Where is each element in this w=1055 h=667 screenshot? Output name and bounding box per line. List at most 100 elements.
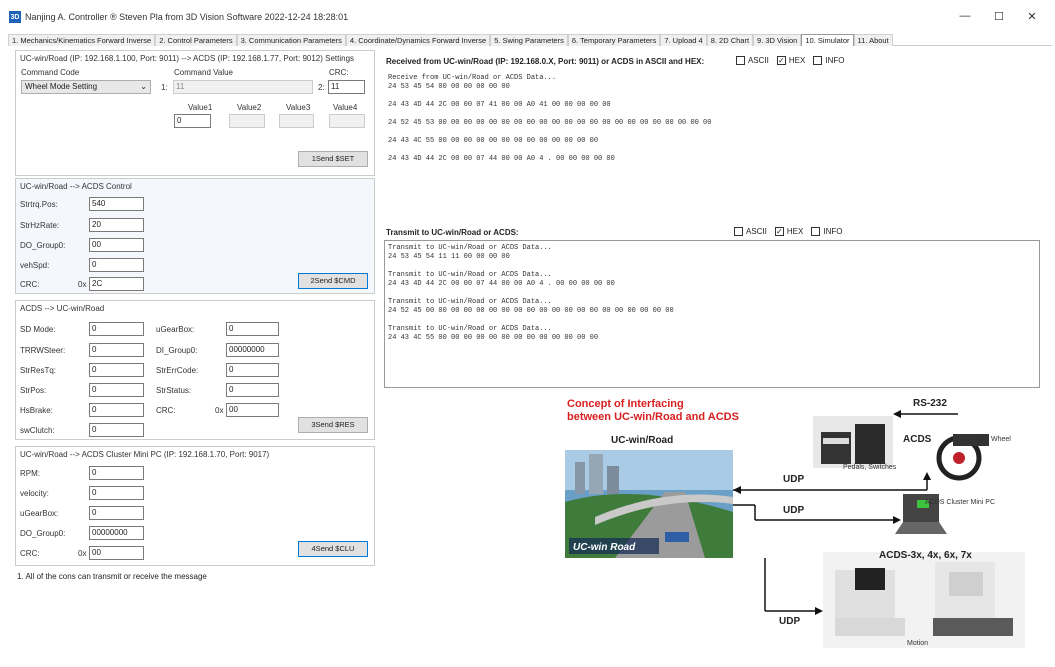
tab-strip: 1. Mechanics/Kinematics Forward Inverse …	[8, 34, 1052, 46]
tab-communication-parameters[interactable]: 3. Communication Parameters	[236, 34, 346, 46]
value2-field[interactable]	[229, 114, 265, 128]
acds-field[interactable]: 0	[89, 322, 144, 336]
tab-upload[interactable]: 7. Upload 4	[660, 34, 707, 46]
window-title: Nanjing A. Controller ® Steven Pla from …	[25, 12, 349, 22]
value3-field[interactable]	[279, 114, 314, 128]
acds-label: StrStatus:	[156, 386, 192, 395]
minimize-button[interactable]: —	[958, 10, 972, 22]
tab-mechanics[interactable]: 1. Mechanics/Kinematics Forward Inverse	[8, 34, 156, 46]
send-cmd-button[interactable]: 2Send $CMD	[298, 273, 368, 289]
settings-group: UC-win/Road (IP: 192.168.1.100, Port: 90…	[15, 50, 375, 176]
transmit-line: 24 52 45 00 00 00 00 00 00 00 00 00 00 0…	[388, 307, 674, 315]
info-checkbox[interactable]	[813, 56, 823, 65]
acds-field[interactable]: 0	[226, 322, 279, 336]
cluster-crc-field[interactable]: 00	[89, 546, 144, 560]
cluster-crc-label: CRC:	[20, 549, 40, 558]
acds-field[interactable]: 0	[89, 403, 144, 417]
udp-arrow-3	[764, 558, 823, 615]
command-code-value: Wheel Mode Setting	[25, 82, 98, 91]
ascii-checkbox[interactable]	[736, 56, 745, 65]
acds-field[interactable]: 00000000	[226, 343, 279, 357]
acds-group-title: ACDS --> UC-win/Road	[20, 304, 105, 313]
acds-label: StrResTq:	[20, 366, 57, 375]
send-res-button[interactable]: 3Send $RES	[298, 417, 368, 433]
command-value-label: Command Value	[174, 68, 233, 77]
tab-temporary-parameters[interactable]: 6. Temporary Parameters	[567, 34, 661, 46]
hex-label: HEX	[786, 227, 804, 236]
control-field[interactable]: 00	[89, 238, 144, 252]
tab-coordinate-dynamics[interactable]: 4. Coordinate/Dynamics Forward Inverse	[345, 34, 491, 46]
cluster-label: DO_Group0:	[20, 529, 66, 538]
acds-label: DI_Group0:	[156, 346, 198, 355]
acds-label: TRRWSteer:	[20, 346, 66, 355]
cluster-field[interactable]: 00000000	[89, 526, 144, 540]
transmit-header: Transmit to UC-win/Road or ACDS:	[386, 228, 519, 237]
udp-label-3: UDP	[779, 616, 801, 627]
hex-checkbox[interactable]: ✓	[774, 227, 784, 236]
info-label: INFO	[825, 56, 845, 65]
acds-group: ACDS --> UC-win/Road SD Mode: 0 TRRWStee…	[15, 300, 375, 440]
rs232-label: RS-232	[913, 398, 947, 409]
info-checkbox[interactable]	[811, 227, 821, 236]
value3-label: Value3	[286, 103, 311, 112]
cluster-field[interactable]: 0	[89, 466, 144, 480]
control-field[interactable]: 20	[89, 218, 144, 232]
crc-field[interactable]: 11	[328, 80, 365, 94]
transmit-line: Transmit to UC-win/Road or ACDS Data...	[388, 298, 552, 306]
cluster-label: velocity:	[20, 489, 49, 498]
receive-line: Receive from UC-win/Road or ACDS Data...	[388, 74, 557, 82]
acds-field[interactable]: 0	[89, 363, 144, 377]
acds-field[interactable]: 0	[226, 363, 279, 377]
control-group-title: UC-win/Road --> ACDS Control	[20, 182, 132, 191]
acds-field[interactable]: 0	[89, 423, 144, 437]
value1-label: Value1	[188, 103, 213, 112]
value4-field[interactable]	[329, 114, 365, 128]
acds-label: ACDS	[903, 434, 932, 445]
ucwin-road-image: UC-win Road	[565, 450, 733, 558]
transmit-line: 24 43 4D 44 2C 00 00 07 44 00 00 A0 4 . …	[388, 280, 615, 288]
tab-swing-parameters[interactable]: 5. Swing Parameters	[490, 34, 568, 46]
transmit-format-options: ASCII ✓ HEX INFO	[726, 227, 842, 236]
value2-label: Value2	[237, 103, 262, 112]
hex-checkbox[interactable]: ✓	[776, 56, 786, 65]
acds-field[interactable]: 0	[89, 383, 144, 397]
value1-field[interactable]: 0	[174, 114, 211, 128]
acds-crc-field[interactable]: 00	[226, 403, 279, 417]
acds-field[interactable]: 0	[89, 343, 144, 357]
receive-line: 24 43 4D 44 2C 00 00 07 44 00 00 A0 4 . …	[388, 155, 615, 163]
tab-simulator[interactable]: 10. Simulator	[801, 34, 854, 46]
tab-2d-chart[interactable]: 8. 2D Chart	[706, 34, 754, 46]
close-button[interactable]: ✕	[1025, 10, 1039, 23]
prefix-one: 1:	[161, 83, 168, 92]
udp-arrow-1	[733, 472, 931, 494]
tab-about[interactable]: 11. About	[853, 34, 893, 46]
send-set-button[interactable]: 1Send $SET	[298, 151, 368, 167]
acds-label: HsBrake:	[20, 406, 53, 415]
maximize-button[interactable]: ☐	[992, 10, 1006, 23]
ascii-checkbox[interactable]	[734, 227, 743, 236]
command-value-field[interactable]: 11	[173, 80, 313, 94]
receive-textbox[interactable]: Receive from UC-win/Road or ACDS Data...…	[384, 70, 1040, 220]
cluster-group-title: UC-win/Road --> ACDS Cluster Mini PC (IP…	[20, 450, 270, 459]
acds-field[interactable]: 0	[226, 383, 279, 397]
transmit-line: Transmit to UC-win/Road or ACDS Data...	[388, 325, 552, 333]
send-clu-button[interactable]: 4Send $CLU	[298, 541, 368, 557]
udp-label-1: UDP	[783, 474, 805, 485]
acds-crc-label: CRC:	[156, 406, 176, 415]
tab-3d-vision[interactable]: 9. 3D Vision	[753, 34, 802, 46]
ascii-label: ASCII	[748, 56, 769, 65]
rs232-arrow	[893, 410, 958, 418]
cluster-field[interactable]: 0	[89, 486, 144, 500]
cluster-field[interactable]: 0	[89, 506, 144, 520]
control-field[interactable]: 540	[89, 197, 144, 211]
command-code-label: Command Code	[21, 68, 80, 77]
transmit-line: Transmit to UC-win/Road or ACDS Data...	[388, 271, 552, 279]
control-crc-field[interactable]: 2C	[89, 277, 144, 291]
command-code-select[interactable]: Wheel Mode Setting ⌄	[21, 80, 151, 94]
tab-control-parameters[interactable]: 2. Control Parameters	[155, 34, 237, 46]
motion-label: Motion	[907, 640, 929, 647]
control-field[interactable]: 0	[89, 258, 144, 272]
title-bar: 3D Nanjing A. Controller ® Steven Pla fr…	[0, 0, 1055, 34]
acds-models-label: ACDS-3x, 4x, 6x, 7x	[879, 550, 972, 561]
transmit-textbox[interactable]: Transmit to UC-win/Road or ACDS Data... …	[384, 240, 1040, 388]
